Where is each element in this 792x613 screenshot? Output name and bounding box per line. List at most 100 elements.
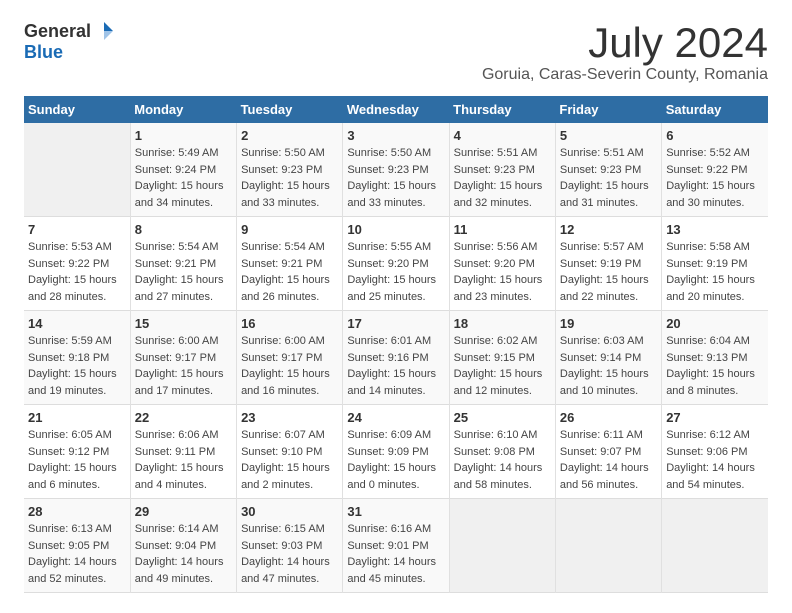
day-number: 4 [454,128,551,143]
day-number: 22 [135,410,232,425]
day-number: 7 [28,222,126,237]
calendar-cell [662,499,768,593]
calendar-cell: 15 Sunrise: 6:00 AMSunset: 9:17 PMDayligh… [130,311,236,405]
day-info: Sunrise: 6:00 AMSunset: 9:17 PMDaylight:… [135,333,232,399]
logo-blue: Blue [24,42,63,63]
calendar-cell: 3 Sunrise: 5:50 AMSunset: 9:23 PMDaylight… [343,123,449,217]
calendar-cell: 10 Sunrise: 5:55 AMSunset: 9:20 PMDayligh… [343,217,449,311]
calendar-cell: 9Sunrise: 5:54 AMSunset: 9:21 PMDaylight… [237,217,343,311]
day-number: 18 [454,316,551,331]
week-row-2: 7 Sunrise: 5:53 AMSunset: 9:22 PMDaylight… [24,217,768,311]
day-number: 27 [666,410,764,425]
col-header-friday: Friday [555,96,661,123]
day-info: Sunrise: 6:12 AMSunset: 9:06 PMDaylight:… [666,427,764,493]
day-number: 21 [28,410,126,425]
day-info: Sunrise: 6:02 AMSunset: 9:15 PMDaylight:… [454,333,551,399]
day-info: Sunrise: 5:55 AMSunset: 9:20 PMDaylight:… [347,239,444,305]
day-number: 1 [135,128,232,143]
calendar-cell: 7 Sunrise: 5:53 AMSunset: 9:22 PMDaylight… [24,217,130,311]
day-info: Sunrise: 5:54 AMSunset: 9:21 PMDaylight:… [135,239,232,305]
logo-general: General [24,21,91,42]
day-number: 28 [28,504,126,519]
calendar-cell: 19 Sunrise: 6:03 AMSunset: 9:14 PMDayligh… [555,311,661,405]
day-number: 10 [347,222,444,237]
calendar-cell: 2Sunrise: 5:50 AMSunset: 9:23 PMDaylight… [237,123,343,217]
day-number: 19 [560,316,657,331]
day-number: 15 [135,316,232,331]
location-title: Goruia, Caras-Severin County, Romania [482,66,768,84]
day-info: Sunrise: 5:59 AMSunset: 9:18 PMDaylight:… [28,333,126,399]
day-number: 31 [347,504,444,519]
col-header-sunday: Sunday [24,96,130,123]
calendar-cell: 13Sunrise: 5:58 AMSunset: 9:19 PMDayligh… [662,217,768,311]
day-info: Sunrise: 6:13 AMSunset: 9:05 PMDaylight:… [28,521,126,587]
week-row-3: 14 Sunrise: 5:59 AMSunset: 9:18 PMDayligh… [24,311,768,405]
calendar-cell: 6Sunrise: 5:52 AMSunset: 9:22 PMDaylight… [662,123,768,217]
day-number: 2 [241,128,338,143]
day-number: 3 [347,128,444,143]
day-info: Sunrise: 5:49 AMSunset: 9:24 PMDaylight:… [135,145,232,211]
calendar-cell: 30Sunrise: 6:15 AMSunset: 9:03 PMDayligh… [237,499,343,593]
day-info: Sunrise: 6:01 AMSunset: 9:16 PMDaylight:… [347,333,444,399]
day-info: Sunrise: 6:04 AMSunset: 9:13 PMDaylight:… [666,333,764,399]
calendar-cell: 21Sunrise: 6:05 AMSunset: 9:12 PMDayligh… [24,405,130,499]
calendar-cell: 11 Sunrise: 5:56 AMSunset: 9:20 PMDayligh… [449,217,555,311]
week-row-1: 1 Sunrise: 5:49 AMSunset: 9:24 PMDaylight… [24,123,768,217]
calendar-cell: 26Sunrise: 6:11 AMSunset: 9:07 PMDayligh… [555,405,661,499]
day-number: 23 [241,410,338,425]
col-header-monday: Monday [130,96,236,123]
month-title: July 2024 [482,20,768,66]
day-info: Sunrise: 6:07 AMSunset: 9:10 PMDaylight:… [241,427,338,493]
day-info: Sunrise: 5:52 AMSunset: 9:22 PMDaylight:… [666,145,764,211]
calendar-cell: 28 Sunrise: 6:13 AMSunset: 9:05 PMDayligh… [24,499,130,593]
calendar-cell: 31 Sunrise: 6:16 AMSunset: 9:01 PMDayligh… [343,499,449,593]
day-number: 16 [241,316,338,331]
logo-icon [93,20,115,42]
col-header-tuesday: Tuesday [237,96,343,123]
title-section: July 2024 Goruia, Caras-Severin County, … [482,20,768,84]
calendar-cell: 14 Sunrise: 5:59 AMSunset: 9:18 PMDayligh… [24,311,130,405]
calendar-cell: 29Sunrise: 6:14 AMSunset: 9:04 PMDayligh… [130,499,236,593]
day-number: 17 [347,316,444,331]
calendar-cell: 17 Sunrise: 6:01 AMSunset: 9:16 PMDayligh… [343,311,449,405]
col-header-thursday: Thursday [449,96,555,123]
day-number: 11 [454,222,551,237]
day-number: 14 [28,316,126,331]
calendar-cell: 12Sunrise: 5:57 AMSunset: 9:19 PMDayligh… [555,217,661,311]
day-info: Sunrise: 6:03 AMSunset: 9:14 PMDaylight:… [560,333,657,399]
day-info: Sunrise: 6:15 AMSunset: 9:03 PMDaylight:… [241,521,338,587]
day-number: 13 [666,222,764,237]
day-info: Sunrise: 5:50 AMSunset: 9:23 PMDaylight:… [347,145,444,211]
day-info: Sunrise: 5:56 AMSunset: 9:20 PMDaylight:… [454,239,551,305]
calendar-cell: 1 Sunrise: 5:49 AMSunset: 9:24 PMDaylight… [130,123,236,217]
col-header-wednesday: Wednesday [343,96,449,123]
day-number: 9 [241,222,338,237]
day-number: 20 [666,316,764,331]
logo: General Blue [24,20,115,63]
day-info: Sunrise: 5:51 AMSunset: 9:23 PMDaylight:… [454,145,551,211]
day-info: Sunrise: 6:10 AMSunset: 9:08 PMDaylight:… [454,427,551,493]
day-number: 8 [135,222,232,237]
day-info: Sunrise: 6:09 AMSunset: 9:09 PMDaylight:… [347,427,444,493]
calendar-cell: 16 Sunrise: 6:00 AMSunset: 9:17 PMDayligh… [237,311,343,405]
calendar-cell [449,499,555,593]
calendar-cell: 25Sunrise: 6:10 AMSunset: 9:08 PMDayligh… [449,405,555,499]
day-info: Sunrise: 6:00 AMSunset: 9:17 PMDaylight:… [241,333,338,399]
calendar-cell: 20 Sunrise: 6:04 AMSunset: 9:13 PMDayligh… [662,311,768,405]
day-info: Sunrise: 5:57 AMSunset: 9:19 PMDaylight:… [560,239,657,305]
day-info: Sunrise: 6:11 AMSunset: 9:07 PMDaylight:… [560,427,657,493]
day-info: Sunrise: 5:51 AMSunset: 9:23 PMDaylight:… [560,145,657,211]
calendar-cell: 4 Sunrise: 5:51 AMSunset: 9:23 PMDaylight… [449,123,555,217]
day-number: 5 [560,128,657,143]
calendar-cell: 24Sunrise: 6:09 AMSunset: 9:09 PMDayligh… [343,405,449,499]
day-number: 29 [135,504,232,519]
page-header: General Blue July 2024 Goruia, Caras-Sev… [24,20,768,84]
calendar-cell: 18 Sunrise: 6:02 AMSunset: 9:15 PMDayligh… [449,311,555,405]
calendar-cell [24,123,130,217]
day-info: Sunrise: 6:06 AMSunset: 9:11 PMDaylight:… [135,427,232,493]
week-row-5: 28 Sunrise: 6:13 AMSunset: 9:05 PMDayligh… [24,499,768,593]
calendar-table: SundayMondayTuesdayWednesdayThursdayFrid… [24,96,768,593]
day-info: Sunrise: 6:16 AMSunset: 9:01 PMDaylight:… [347,521,444,587]
calendar-cell: 22 Sunrise: 6:06 AMSunset: 9:11 PMDayligh… [130,405,236,499]
day-info: Sunrise: 5:53 AMSunset: 9:22 PMDaylight:… [28,239,126,305]
